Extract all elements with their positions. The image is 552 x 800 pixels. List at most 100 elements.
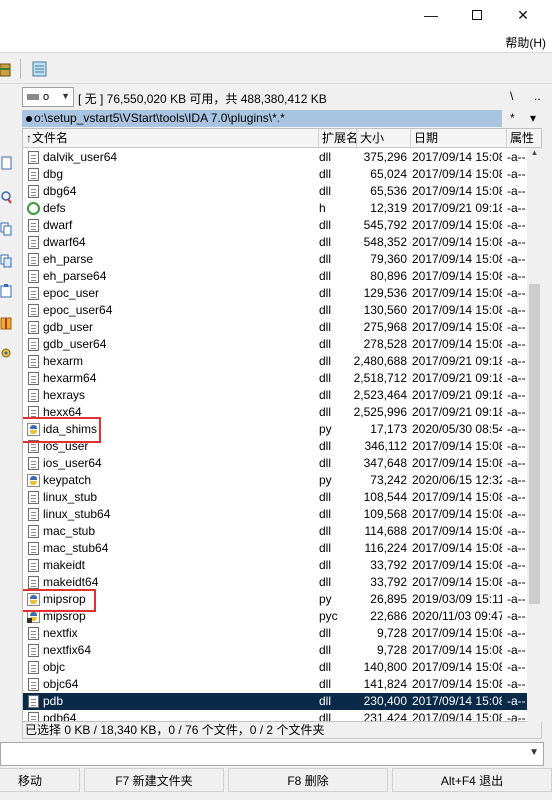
compare-icon[interactable]: [0, 254, 12, 268]
file-attr: -a--: [507, 252, 526, 266]
settings-icon[interactable]: [0, 346, 12, 360]
minimize-icon[interactable]: —: [408, 0, 454, 30]
file-date: 2017/09/14 15:08: [412, 218, 502, 232]
column-size[interactable]: 大小: [357, 129, 411, 148]
file-row[interactable]: gdb_user64 dll 278,528 2017/09/14 15:08 -a--: [23, 336, 528, 353]
clipboard-icon[interactable]: [0, 284, 12, 298]
file-icon: [28, 627, 39, 640]
file-row[interactable]: eh_parse64 dll 80,896 2017/09/14 15:08 -a--: [23, 268, 528, 285]
file-row[interactable]: dwarf64 dll 548,352 2017/09/14 15:08 -a--: [23, 234, 528, 251]
file-row[interactable]: objc64 dll 141,824 2017/09/14 15:08 -a--: [23, 676, 528, 693]
file-row[interactable]: objc dll 140,800 2017/09/14 15:08 -a--: [23, 659, 528, 676]
file-name: pdb64: [43, 711, 77, 722]
file-icon: [28, 542, 39, 555]
file-row[interactable]: makeidt64 dll 33,792 2017/09/14 15:08 -a--: [23, 574, 528, 591]
file-row[interactable]: defs h 12,319 2017/09/21 09:18 -a--: [23, 200, 528, 217]
delete-button[interactable]: F8 删除: [228, 768, 388, 792]
file-row[interactable]: mipsrop py 26,895 2019/03/09 15:11 -a--: [23, 591, 528, 608]
file-attr: -a--: [507, 575, 526, 589]
file-size: 80,896: [370, 269, 407, 283]
file-date: 2017/09/21 09:18: [412, 371, 502, 385]
file-ext: dll: [319, 184, 332, 198]
search-icon[interactable]: [0, 190, 12, 204]
history-dropdown[interactable]: ▾: [530, 111, 536, 125]
file-attr: -a--: [507, 371, 526, 385]
file-row[interactable]: mac_stub dll 114,688 2017/09/14 15:08 -a--: [23, 523, 528, 540]
root-button[interactable]: \: [510, 89, 513, 103]
file-attr: -a--: [507, 150, 526, 164]
file-name: dwarf: [43, 218, 73, 232]
file-ext: dll: [319, 405, 332, 419]
file-name: epoc_user: [43, 286, 100, 300]
file-icon: [28, 372, 39, 385]
file-ext: dll: [319, 269, 332, 283]
document-icon[interactable]: [0, 156, 12, 170]
file-row[interactable]: dbg64 dll 65,536 2017/09/14 15:08 -a--: [23, 183, 528, 200]
file-attr: -a--: [507, 609, 526, 623]
notepad-icon[interactable]: [32, 60, 48, 78]
file-row[interactable]: pdb64 dll 231,424 2017/09/14 15:08 -a--: [23, 710, 528, 722]
maximize-icon[interactable]: [454, 0, 500, 30]
file-row[interactable]: ios_user64 dll 347,648 2017/09/14 15:08 -a--: [23, 455, 528, 472]
file-row[interactable]: dbg dll 65,024 2017/09/14 15:08 -a--: [23, 166, 528, 183]
file-row[interactable]: dwarf dll 545,792 2017/09/14 15:08 -a--: [23, 217, 528, 234]
file-attr: -a--: [507, 677, 526, 691]
file-attr: -a--: [507, 269, 526, 283]
file-icon: [28, 712, 39, 721]
file-row[interactable]: nextfix dll 9,728 2017/09/14 15:08 -a--: [23, 625, 528, 642]
file-name: keypatch: [43, 473, 92, 487]
file-size: 26,895: [370, 592, 407, 606]
filter-button[interactable]: *: [510, 111, 515, 125]
scroll-thumb[interactable]: [529, 284, 540, 604]
file-name: makeidt: [43, 558, 86, 572]
file-icon: [28, 576, 39, 589]
column-date[interactable]: 日期: [411, 129, 507, 148]
file-row[interactable]: pdb dll 230,400 2017/09/14 15:08 -a--: [23, 693, 528, 710]
file-row[interactable]: epoc_user64 dll 130,560 2017/09/14 15:08 -a-…: [23, 302, 528, 319]
file-name: hexarm64: [43, 371, 97, 385]
column-ext[interactable]: 扩展名: [319, 129, 357, 148]
file-row[interactable]: gdb_user dll 275,968 2017/09/14 15:08 -a--: [23, 319, 528, 336]
package-icon[interactable]: [0, 60, 16, 78]
exit-button[interactable]: Alt+F4 退出: [392, 768, 552, 792]
scroll-up-icon[interactable]: ▲: [527, 148, 542, 162]
file-date: 2017/09/14 15:08: [412, 184, 502, 198]
file-row[interactable]: mipsrop pyc 22,686 2020/11/03 09:47 -a--: [23, 608, 528, 625]
file-size: 141,824: [363, 677, 407, 691]
archive-icon[interactable]: [0, 316, 12, 330]
file-row[interactable]: keypatch py 73,242 2020/06/15 12:32 -a--: [23, 472, 528, 489]
file-date: 2017/09/14 15:08: [412, 524, 502, 538]
file-size: 65,536: [370, 184, 407, 198]
parent-button[interactable]: ..: [534, 89, 541, 103]
file-row[interactable]: hexrays dll 2,523,464 2017/09/21 09:18 -a--: [23, 387, 528, 404]
move-button[interactable]: 移动: [0, 768, 80, 792]
column-attr[interactable]: 属性: [507, 129, 541, 148]
file-date: 2020/06/15 12:32: [412, 473, 502, 487]
file-ext: dll: [319, 507, 332, 521]
file-row[interactable]: mac_stub64 dll 116,224 2017/09/14 15:08 -a--: [23, 540, 528, 557]
vertical-scrollbar[interactable]: ▲: [527, 148, 542, 722]
drive-select[interactable]: o ▼: [22, 87, 74, 107]
column-name[interactable]: ↑文件名: [23, 129, 319, 148]
file-date: 2017/09/14 15:08: [412, 252, 502, 266]
new-folder-button[interactable]: F7 新建文件夹: [84, 768, 224, 792]
file-row[interactable]: dalvik_user64 dll 375,296 2017/09/14 15:08-…: [23, 149, 528, 166]
file-row[interactable]: linux_stub64 dll 109,568 2017/09/14 15:08 -a…: [23, 506, 528, 523]
file-row[interactable]: linux_stub dll 108,544 2017/09/14 15:08 -a--: [23, 489, 528, 506]
file-row[interactable]: hexarm64 dll 2,518,712 2017/09/21 09:18 -a--: [23, 370, 528, 387]
file-row[interactable]: epoc_user dll 129,536 2017/09/14 15:08 -a--: [23, 285, 528, 302]
file-row[interactable]: nextfix64 dll 9,728 2017/09/14 15:08 -a--: [23, 642, 528, 659]
chevron-down-icon[interactable]: ▼: [529, 747, 539, 758]
file-row[interactable]: makeidt dll 33,792 2017/09/14 15:08 -a--: [23, 557, 528, 574]
file-icon: [28, 457, 39, 470]
file-row[interactable]: hexarm dll 2,480,688 2017/09/21 09:18 -a--: [23, 353, 528, 370]
file-name: linux_stub: [43, 490, 98, 504]
close-icon[interactable]: ✕: [500, 0, 546, 30]
menu-help[interactable]: 帮助(H): [505, 34, 546, 51]
file-attr: -a--: [507, 184, 526, 198]
file-row[interactable]: eh_parse dll 79,360 2017/09/14 15:08 -a--: [23, 251, 528, 268]
copy-icon[interactable]: [0, 222, 12, 236]
command-line-input[interactable]: ▼: [0, 742, 544, 766]
path-bar[interactable]: o:\setup_vstart5\VStart\tools\IDA 7.0\pl…: [22, 110, 502, 127]
file-name: objc: [43, 660, 66, 674]
